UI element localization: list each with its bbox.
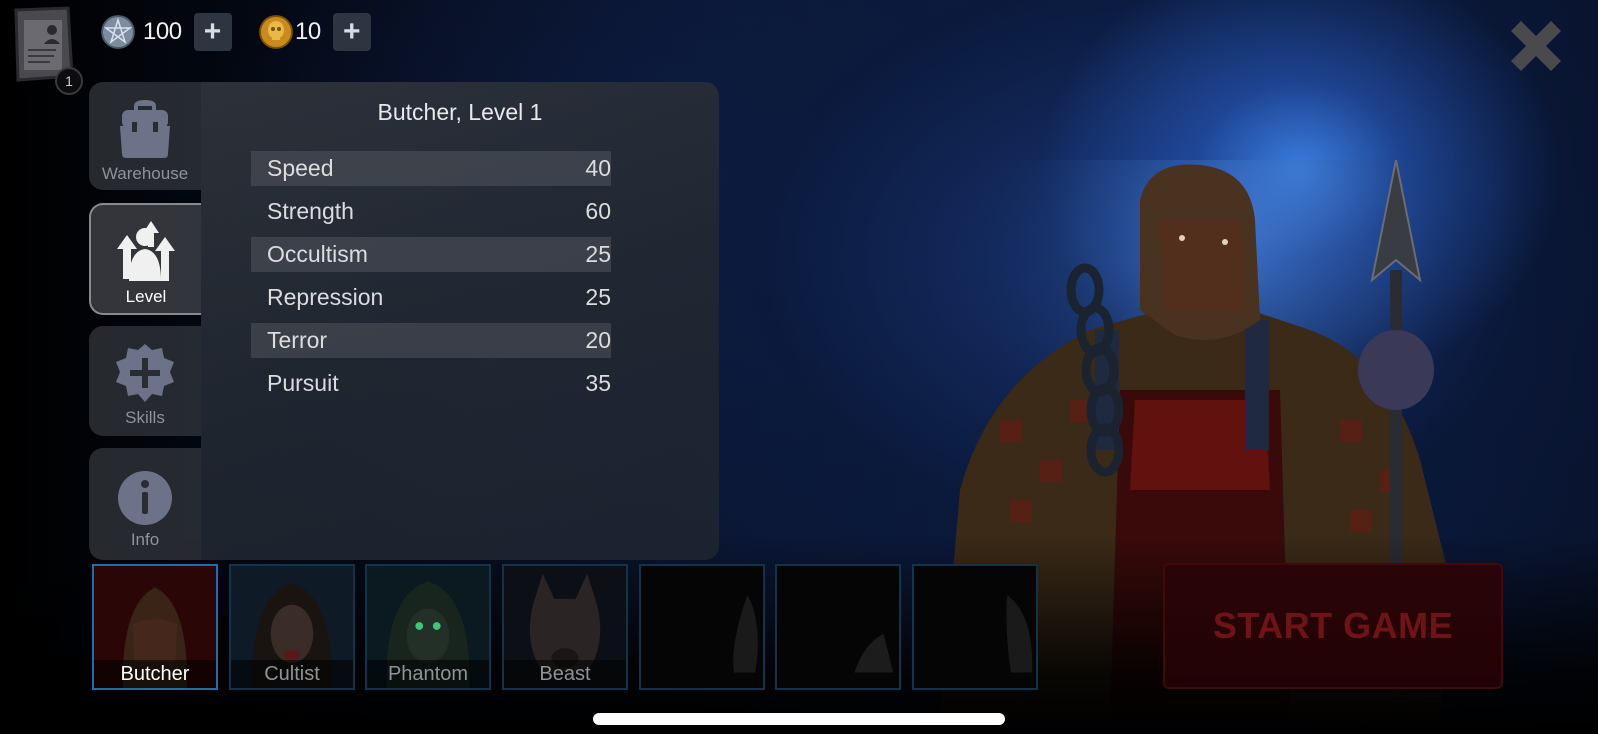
stat-row-speed: Speed 40 xyxy=(251,151,611,186)
locked-silhouette xyxy=(641,566,763,688)
stat-value: 35 xyxy=(585,370,611,396)
tab-skills[interactable]: Skills xyxy=(89,326,201,436)
tab-warehouse-label: Warehouse xyxy=(101,164,189,183)
stat-name: Occultism xyxy=(267,241,368,267)
stat-name: Strength xyxy=(267,198,354,224)
character-name: Beast xyxy=(504,660,626,688)
panel-title: Butcher, Level 1 xyxy=(377,99,543,125)
character-card-locked-3[interactable] xyxy=(912,564,1038,690)
stat-value: 25 xyxy=(585,284,611,310)
notification-badge: 1 xyxy=(55,67,83,95)
stat-value: 20 xyxy=(585,327,611,353)
character-card-phantom[interactable]: Phantom xyxy=(365,564,491,690)
info-icon xyxy=(118,471,172,525)
close-icon[interactable] xyxy=(1505,15,1567,77)
stat-row-occultism: Occultism 25 xyxy=(251,237,611,272)
character-card-locked-2[interactable] xyxy=(775,564,901,690)
level-up-icon xyxy=(117,221,175,281)
home-indicator[interactable] xyxy=(593,713,1005,725)
stat-name: Pursuit xyxy=(267,370,339,396)
backpack-icon xyxy=(120,100,170,158)
add-pentagram-button[interactable]: + xyxy=(193,13,232,51)
locked-silhouette xyxy=(777,566,899,688)
stat-value: 25 xyxy=(585,241,611,267)
stat-row-pursuit: Pursuit 35 xyxy=(251,366,611,401)
gold-amount: 10 xyxy=(295,18,321,45)
currency-pentagram: 100 + xyxy=(101,12,232,52)
stat-row-strength: Strength 60 xyxy=(251,194,611,229)
character-name: Phantom xyxy=(367,660,489,688)
pentagram-amount: 100 xyxy=(143,18,182,45)
character-card-butcher[interactable]: Butcher xyxy=(92,564,218,690)
tab-info[interactable]: Info xyxy=(89,448,201,560)
start-game-button[interactable]: START GAME xyxy=(1163,563,1503,689)
character-name: Cultist xyxy=(231,660,353,688)
tab-warehouse[interactable]: Warehouse xyxy=(89,82,201,190)
stat-row-repression: Repression 25 xyxy=(251,280,611,315)
stat-row-terror: Terror 20 xyxy=(251,323,611,358)
character-name: Butcher xyxy=(94,660,216,688)
tab-skills-label: Skills xyxy=(125,408,165,427)
character-card-beast[interactable]: Beast xyxy=(502,564,628,690)
stats-panel: Butcher, Level 1 Speed 40 Strength 60 Oc… xyxy=(201,82,719,560)
character-card-locked-1[interactable] xyxy=(639,564,765,690)
profile-button[interactable]: 1 xyxy=(10,6,83,95)
tab-level-label: Level xyxy=(125,287,167,306)
tab-level[interactable]: Level xyxy=(89,203,201,315)
stat-name: Repression xyxy=(267,284,384,310)
character-card-cultist[interactable]: Cultist xyxy=(229,564,355,690)
add-gold-button[interactable]: + xyxy=(332,13,371,51)
skill-plus-icon xyxy=(116,344,174,402)
stat-value: 60 xyxy=(585,198,611,224)
currency-gold: 10 + xyxy=(259,12,371,52)
stat-name: Terror xyxy=(267,327,328,353)
locked-silhouette xyxy=(914,566,1036,688)
stat-value: 40 xyxy=(585,155,611,181)
tab-info-label: Info xyxy=(130,530,160,549)
gold-skull-coin-icon xyxy=(259,15,293,49)
stat-name: Speed xyxy=(267,155,334,181)
pentagram-coin-icon xyxy=(101,15,135,49)
